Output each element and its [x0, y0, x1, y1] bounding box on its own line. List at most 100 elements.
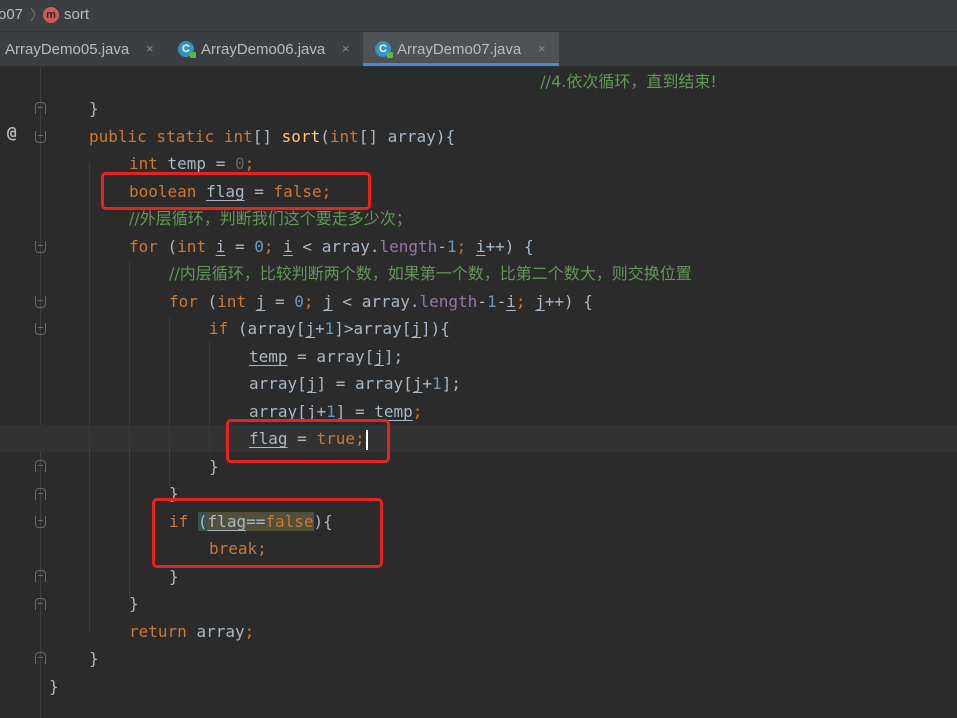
code-line[interactable]: for (int j = 0; j < array.length-1-i; j+… [49, 288, 593, 315]
code-field: length [419, 292, 478, 311]
override-marker-icon[interactable]: @ [7, 123, 17, 142]
method-icon: m [43, 7, 59, 23]
tab-label: ArrayDemo07.java [397, 41, 522, 58]
code-variable: j [411, 319, 421, 338]
code-text: ]; [441, 374, 461, 393]
fold-marker-icon[interactable] [35, 241, 46, 253]
code-line[interactable]: temp = array[j]; [49, 343, 403, 370]
code-variable: i [215, 237, 226, 256]
code-number: 1 [446, 237, 457, 256]
code-number: 0 [234, 154, 245, 173]
code-semicolon: ; [263, 237, 284, 256]
breadcrumb-project[interactable]: o07 [0, 6, 23, 23]
code-keyword: for [129, 237, 168, 256]
code-line[interactable]: public static int[] sort(int[] array){ [49, 123, 455, 150]
annotation-box-flag-check [152, 498, 383, 568]
code-text: ]>array[ [334, 319, 412, 338]
code-semicolon: ; [456, 237, 476, 256]
code-semicolon: ; [303, 292, 324, 311]
code-brace: } [49, 677, 59, 696]
code-text: = [265, 292, 295, 311]
fold-marker-icon[interactable] [35, 296, 46, 308]
code-line[interactable]: //4.依次循环，直到结束! [49, 68, 716, 95]
code-variable: j [535, 292, 545, 311]
tab-arraydemo07[interactable]: C ArrayDemo07.java × [363, 32, 559, 66]
code-keyword: for [169, 292, 208, 311]
code-line[interactable]: } [49, 95, 99, 122]
code-brace: } [129, 594, 139, 613]
tab-arraydemo05[interactable]: ArrayDemo05.java × [0, 32, 163, 66]
code-text: - [477, 292, 487, 311]
fold-marker-icon[interactable] [35, 570, 46, 582]
code-text: + [314, 319, 325, 338]
code-keyword: public static [89, 127, 224, 146]
fold-marker-icon[interactable] [35, 488, 46, 500]
code-line[interactable]: //内层循环，比较判断两个数，如果第一个数，比第二个数大，则交换位置 [49, 260, 692, 287]
code-text: ( [207, 292, 218, 311]
code-semicolon: ; [244, 622, 255, 641]
code-editor[interactable]: @ //4.依次循环，直到结束! } public static int[] s… [0, 67, 957, 718]
code-brace: } [89, 99, 99, 118]
code-variable: temp [249, 347, 288, 366]
code-text: ++) { [544, 292, 593, 311]
fold-marker-icon[interactable] [35, 131, 46, 143]
active-tab-indicator [363, 63, 559, 66]
code-text: ( [320, 127, 330, 146]
code-variable: j [255, 292, 266, 311]
code-text: + [422, 374, 433, 393]
code-text: < array. [292, 237, 380, 256]
code-keyword: int [329, 127, 359, 146]
code-text: ]){ [420, 319, 450, 338]
fold-marker-icon[interactable] [35, 598, 46, 610]
code-keyword: int [129, 154, 168, 173]
code-line[interactable]: } [49, 645, 99, 672]
code-text: ]; [383, 347, 404, 366]
fold-marker-icon[interactable] [35, 652, 46, 664]
code-keyword: int [177, 237, 216, 256]
code-variable: j [374, 347, 384, 366]
code-text: ] = array[ [316, 374, 413, 393]
code-method-name: sort [281, 127, 321, 146]
fold-marker-icon[interactable] [35, 516, 46, 528]
code-number: 0 [254, 237, 264, 256]
java-class-icon: C [178, 41, 196, 58]
code-variable: i [283, 237, 293, 256]
code-line[interactable]: for (int i = 0; i < array.length-1; i++)… [49, 233, 534, 260]
code-variable: j [412, 374, 423, 393]
fold-marker-icon[interactable] [35, 323, 46, 335]
annotation-box-flag-true [226, 419, 390, 463]
close-icon[interactable]: × [146, 41, 154, 56]
code-semicolon: ; [412, 402, 423, 421]
code-line[interactable]: array[j] = array[j+1]; [49, 370, 461, 397]
close-icon[interactable]: × [342, 41, 350, 56]
code-text: = [206, 154, 235, 173]
code-line[interactable]: if (array[j+1]>array[j]){ [49, 315, 450, 342]
code-semicolon: ; [515, 292, 536, 311]
code-text: - [496, 292, 507, 311]
java-class-icon: C [375, 41, 393, 58]
fold-marker-icon[interactable] [35, 102, 46, 114]
code-line[interactable]: } [49, 590, 139, 617]
code-line[interactable]: return array; [49, 618, 254, 645]
code-number: 1 [486, 292, 497, 311]
code-line[interactable]: } [49, 453, 219, 480]
tab-arraydemo06[interactable]: C ArrayDemo06.java × [163, 32, 363, 66]
tab-label: ArrayDemo05.java [5, 41, 130, 58]
code-text: - [437, 237, 447, 256]
fold-marker-icon[interactable] [35, 460, 46, 472]
breadcrumb-method[interactable]: sort [64, 6, 89, 23]
code-brace: } [89, 649, 99, 668]
code-text: [] array){ [358, 127, 456, 146]
code-keyword: int [217, 292, 256, 311]
code-brace: } [209, 457, 219, 476]
code-brace: } [169, 567, 179, 586]
annotation-box-flag-declaration [101, 172, 371, 210]
code-text: = array[ [287, 347, 375, 366]
code-variable: j [323, 292, 333, 311]
code-line[interactable]: } [49, 673, 59, 700]
editor-tab-bar: ArrayDemo05.java × C ArrayDemo06.java × … [0, 32, 957, 67]
close-icon[interactable]: × [538, 41, 546, 56]
gutter-divider [40, 67, 41, 718]
code-comment: //内层循环，比较判断两个数，如果第一个数，比第二个数大，则交换位置 [169, 264, 692, 283]
code-field: length [379, 237, 438, 256]
